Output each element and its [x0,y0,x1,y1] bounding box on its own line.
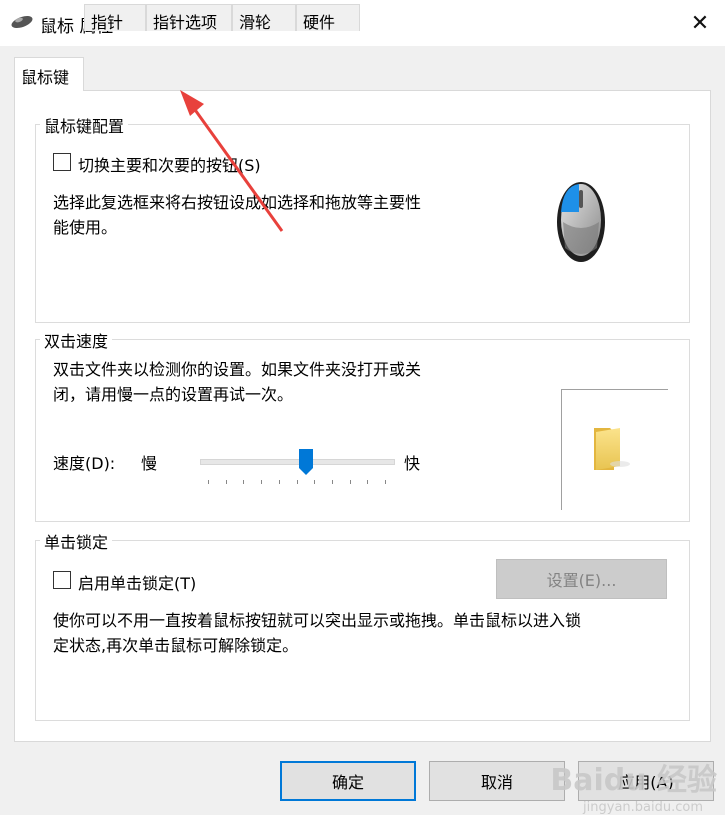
speed-slider-thumb[interactable] [298,448,314,476]
group-title: 鼠标键配置 [40,113,129,137]
slider-tick [385,480,386,484]
slider-tick [314,480,316,484]
tab-pointers[interactable]: 指针 [84,4,146,32]
slider-tick [296,480,298,484]
mouse-illustration-icon [557,182,605,262]
click-lock-label: 启用单击锁定(T) [78,574,197,593]
slider-tick [349,480,351,484]
description-line: 闭，请用慢一点的设置再试一次。 [53,385,294,404]
tab-label: 硬件 [303,13,336,32]
slider-tick [278,480,280,484]
fast-label: 快 [404,454,421,473]
tab-buttons[interactable]: 鼠标键 [14,57,84,91]
speed-label: 速度(D): [53,454,116,473]
click-lock-description: 使你可以不用一直按着鼠标按钮就可以突出显示或拖拽。单击鼠标以进入锁 定状态,再次… [53,608,581,658]
folder-icon[interactable] [590,426,636,472]
slider-tick [243,480,245,484]
watermark-url: jingyan.baidu.com [583,800,703,815]
tab-label: 滑轮 [239,13,272,32]
annotation-arrow-icon [180,90,284,232]
slider-tick [208,480,209,484]
switch-buttons-checkbox[interactable] [53,153,71,171]
description-line: 双击文件夹以检测你的设置。如果文件夹没打开或关 [53,360,422,379]
tab-label: 指针 [91,13,124,32]
slider-tick [331,480,333,484]
button-label: 取消 [480,773,513,792]
slow-label: 慢 [141,454,158,473]
description-line: 定状态,再次单击鼠标可解除锁定。 [53,636,299,655]
group-title: 单击锁定 [40,529,113,553]
tab-wheel[interactable]: 滑轮 [232,4,296,32]
button-label: 设置(E)... [546,571,617,590]
description-line: 使你可以不用一直按着鼠标按钮就可以突出显示或拖拽。单击鼠标以进入锁 [53,611,582,630]
close-icon: ✕ [690,10,710,36]
tab-label: 鼠标键 [21,68,70,87]
watermark-logo: Baidu 经验 [550,763,717,798]
tab-label: 指针选项 [153,13,218,32]
slider-tick [261,480,263,484]
click-lock-checkbox[interactable] [53,571,71,589]
group-title: 双击速度 [40,328,113,352]
tab-hardware[interactable]: 硬件 [296,4,360,32]
close-button[interactable]: ✕ [675,0,725,46]
slider-tick [225,480,227,484]
ok-button[interactable]: 确定 [280,761,416,801]
cancel-button[interactable]: 取消 [429,761,565,801]
slider-tick [367,480,369,484]
tab-pointer-options[interactable]: 指针选项 [146,4,232,32]
click-lock-settings-button[interactable]: 设置(E)... [496,559,667,599]
button-label: 确定 [331,773,364,792]
double-click-description: 双击文件夹以检测你的设置。如果文件夹没打开或关 闭，请用慢一点的设置再试一次。 [53,357,421,407]
mouse-icon [11,15,33,29]
